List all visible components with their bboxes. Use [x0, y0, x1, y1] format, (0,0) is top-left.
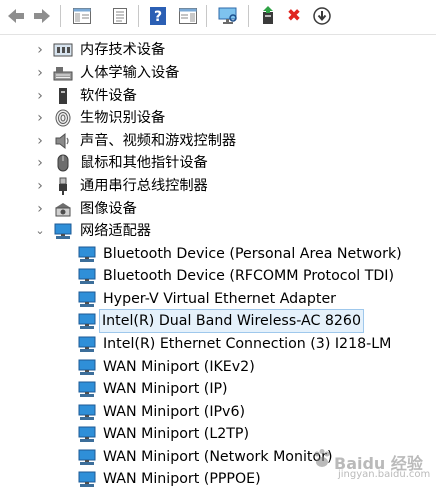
tree-category-label: 软件设备 — [80, 88, 137, 104]
network-adapter-item[interactable]: Intel(R) Ethernet Connection (3) I218-LM — [0, 333, 436, 355]
tree-category-mouse[interactable]: › 鼠标和其他指针设备 — [0, 152, 436, 174]
tree-category-label: 网络适配器 — [80, 223, 151, 239]
network-adapter-icon — [78, 291, 96, 307]
uninstall-device-button[interactable]: ✖ — [282, 4, 306, 28]
network-adapter-icon — [78, 359, 96, 375]
tree-category-sound[interactable]: › 声音、视频和游戏控制器 — [0, 130, 436, 152]
toolbar-separator — [248, 5, 249, 27]
network-adapter-icon — [54, 223, 72, 239]
network-adapter-label: WAN Miniport (IP) — [103, 381, 228, 397]
action-pane-button[interactable] — [176, 4, 200, 28]
chevron-right-icon[interactable]: › — [34, 107, 46, 129]
memory-device-icon — [53, 43, 73, 57]
tree-category-usb[interactable]: › 通用串行总线控制器 — [0, 175, 436, 197]
network-adapter-item[interactable]: Bluetooth Device (RFCOMM Protocol TDI) — [0, 265, 436, 287]
network-adapter-item[interactable]: Bluetooth Device (Personal Area Network) — [0, 243, 436, 265]
tree-category-imaging[interactable]: › 图像设备 — [0, 198, 436, 220]
arrow-left-icon — [8, 9, 24, 23]
hid-keyboard-icon — [53, 67, 73, 81]
software-device-icon — [59, 88, 67, 104]
network-adapter-label: Intel(R) Dual Band Wireless-AC 8260 — [99, 309, 364, 333]
show-hide-console-tree-button[interactable] — [70, 4, 94, 28]
chevron-right-icon[interactable]: › — [34, 85, 46, 107]
network-adapter-icon — [78, 471, 96, 487]
tree-category-label: 内存技术设备 — [80, 42, 166, 58]
svg-text:?: ? — [154, 9, 162, 25]
tree-category-biometric[interactable]: › 生物识别设备 — [0, 107, 436, 129]
toolbar-separator — [206, 5, 207, 27]
network-adapter-icon — [78, 449, 96, 465]
network-adapter-item[interactable]: WAN Miniport (IP) — [0, 378, 436, 400]
help-button[interactable]: ? — [146, 4, 170, 28]
network-adapter-item[interactable]: WAN Miniport (IKEv2) — [0, 356, 436, 378]
action-pane-icon — [179, 8, 197, 24]
tree-category-memory[interactable]: › 内存技术设备 — [0, 39, 436, 61]
network-adapter-icon — [78, 404, 96, 420]
chevron-right-icon[interactable]: › — [34, 152, 46, 174]
network-adapter-item-selected[interactable]: Intel(R) Dual Band Wireless-AC 8260 — [0, 309, 436, 333]
mouse-icon — [57, 154, 69, 172]
network-adapter-label: WAN Miniport (Network Monitor) — [103, 449, 333, 465]
camera-icon — [55, 203, 71, 217]
network-adapter-label: Intel(R) Ethernet Connection (3) I218-LM — [103, 336, 392, 352]
network-adapter-item[interactable]: WAN Miniport (IPv6) — [0, 401, 436, 423]
network-adapter-icon — [78, 426, 96, 442]
console-tree-icon — [73, 8, 91, 24]
speaker-icon — [55, 132, 69, 150]
network-adapter-label: Bluetooth Device (RFCOMM Protocol TDI) — [103, 268, 395, 284]
tree-category-label: 生物识别设备 — [80, 110, 166, 126]
network-adapter-label: Hyper-V Virtual Ethernet Adapter — [103, 291, 337, 307]
chevron-right-icon[interactable]: › — [34, 175, 46, 197]
tree-category-network[interactable]: ⌄ 网络适配器 — [0, 220, 436, 242]
update-driver-icon — [263, 6, 273, 24]
baidu-watermark: Baidu 经验 jingyan.baidu.com — [308, 442, 436, 482]
tree-category-label: 通用串行总线控制器 — [80, 178, 208, 194]
tree-category-label: 人体学输入设备 — [80, 65, 180, 81]
watermark-url: jingyan.baidu.com — [338, 469, 431, 480]
network-adapter-icon — [78, 268, 96, 284]
red-x-icon: ✖ — [286, 6, 302, 26]
disable-device-button[interactable] — [310, 4, 334, 28]
network-adapter-icon — [78, 313, 96, 329]
network-adapter-icon — [78, 336, 96, 352]
paw-logo-icon — [314, 449, 330, 467]
properties-button[interactable] — [108, 4, 132, 28]
usb-plug-icon — [59, 177, 67, 195]
network-adapter-item[interactable]: Hyper-V Virtual Ethernet Adapter — [0, 288, 436, 310]
chevron-down-icon[interactable]: ⌄ — [34, 220, 46, 242]
network-adapter-label: Bluetooth Device (Personal Area Network) — [103, 246, 402, 262]
network-adapter-icon — [78, 381, 96, 397]
monitor-scan-icon — [218, 7, 237, 24]
circle-down-arrow-icon — [313, 7, 331, 25]
device-tree: › 内存技术设备 › 人体学输入设备 › 软件设备 › 生物识别设备 › 声音、… — [0, 36, 436, 489]
forward-button[interactable] — [30, 4, 54, 28]
tree-category-hid[interactable]: › 人体学输入设备 — [0, 62, 436, 84]
network-adapter-label: WAN Miniport (L2TP) — [103, 426, 250, 442]
tree-category-label: 图像设备 — [80, 201, 137, 217]
network-adapter-label: WAN Miniport (IPv6) — [103, 404, 246, 420]
network-adapter-icon — [78, 246, 96, 262]
tree-category-software[interactable]: › 软件设备 — [0, 85, 436, 107]
properties-icon — [113, 8, 127, 24]
network-adapter-label: WAN Miniport (PPPOE) — [103, 471, 261, 487]
chevron-right-icon[interactable]: › — [34, 198, 46, 220]
arrow-right-icon — [34, 9, 50, 23]
chevron-right-icon[interactable]: › — [34, 130, 46, 152]
update-driver-button[interactable] — [256, 4, 280, 28]
back-button[interactable] — [4, 4, 28, 28]
scan-hardware-button[interactable] — [216, 4, 240, 28]
tree-category-label: 声音、视频和游戏控制器 — [80, 133, 237, 149]
toolbar-separator — [138, 5, 139, 27]
fingerprint-icon — [55, 109, 71, 127]
tree-category-label: 鼠标和其他指针设备 — [80, 155, 208, 171]
toolbar-separator — [60, 5, 61, 27]
chevron-right-icon[interactable]: › — [34, 39, 46, 61]
network-adapter-label: WAN Miniport (IKEv2) — [103, 359, 255, 375]
toolbar: ? ✖ — [0, 0, 436, 35]
chevron-right-icon[interactable]: › — [34, 62, 46, 84]
help-icon: ? — [150, 7, 166, 25]
